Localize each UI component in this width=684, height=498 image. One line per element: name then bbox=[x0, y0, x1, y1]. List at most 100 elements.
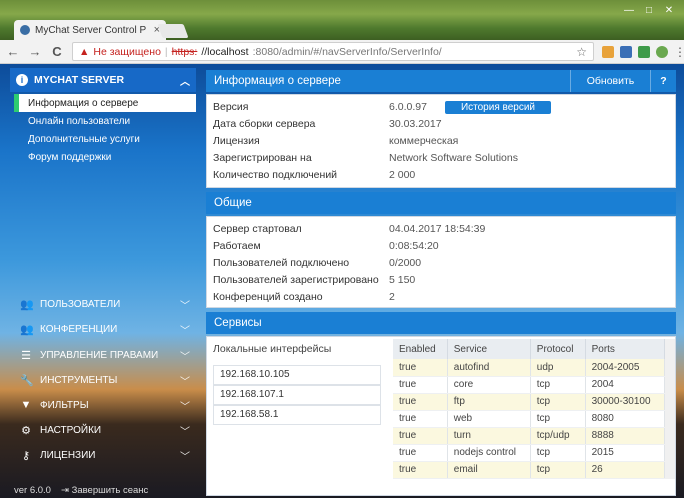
table-row[interactable]: true email tcp 26 bbox=[393, 461, 666, 479]
sidebar-section-tools[interactable]: 🔧 Инструменты ﹀ bbox=[14, 368, 196, 392]
interface-item[interactable]: 192.168.58.1 bbox=[213, 405, 381, 425]
logout-label: Завершить сеанс bbox=[71, 485, 149, 496]
info-value: 30.03.2017 bbox=[389, 118, 442, 130]
general-header: Общие bbox=[206, 192, 676, 214]
gears-icon: ⚙ bbox=[21, 424, 31, 437]
sidebar-section-rights[interactable]: ☰ Управление правами ﹀ bbox=[14, 343, 196, 367]
admin-page: i MYCHAT SERVER ︿ Информация о сервере О… bbox=[0, 64, 684, 498]
sidebar-section-licenses[interactable]: ⚷ Лицензии ﹀ bbox=[14, 443, 196, 467]
table-row[interactable]: true core tcp 2004 bbox=[393, 376, 666, 394]
maximize-icon[interactable]: □ bbox=[640, 4, 658, 18]
sidebar-section-conferences[interactable]: 👥 Конференции ﹀ bbox=[14, 317, 196, 341]
browser-menu-icon[interactable]: ⋮ bbox=[674, 46, 684, 58]
url-path: :8080/admin/#/navServerInfo/ServerInfo/ bbox=[252, 45, 442, 58]
chevron-down-icon: ﹀ bbox=[180, 376, 190, 388]
sidebar-item-label: Форум поддержки bbox=[28, 151, 112, 163]
cell-ports: 2004-2005 bbox=[585, 359, 666, 377]
table-row[interactable]: true nodejs control tcp 2015 bbox=[393, 444, 666, 462]
chevron-down-icon: ﹀ bbox=[180, 300, 190, 312]
bookmark-star-icon[interactable]: ☆ bbox=[576, 45, 587, 59]
sidebar-section-filters[interactable]: ▼ Фильтры ﹀ bbox=[14, 393, 196, 417]
column-header-service[interactable]: Service bbox=[447, 339, 531, 359]
cell-enabled: true bbox=[393, 376, 448, 394]
cell-protocol: tcp bbox=[530, 410, 586, 428]
filter-icon: ▼ bbox=[20, 399, 32, 411]
tab-title: MyChat Server Control P bbox=[35, 24, 147, 36]
back-icon[interactable]: ← bbox=[6, 44, 20, 59]
cell-service: turn bbox=[447, 427, 531, 445]
table-row[interactable]: true web tcp 8080 bbox=[393, 410, 666, 428]
extensions-area: ⋮ bbox=[602, 45, 684, 58]
sidebar-item-online-users[interactable]: Онлайн пользователи bbox=[14, 112, 196, 130]
new-tab-button[interactable] bbox=[157, 24, 189, 38]
help-button[interactable]: ? bbox=[650, 70, 676, 92]
close-window-icon[interactable]: ✕ bbox=[660, 4, 678, 18]
services-table-header: Enabled Service Protocol Ports bbox=[393, 339, 666, 359]
browser-tab[interactable]: MyChat Server Control P × bbox=[14, 20, 166, 40]
sidebar-section-label: Настройки bbox=[40, 424, 102, 436]
extension-circle-icon[interactable] bbox=[656, 45, 668, 58]
interface-item[interactable]: 192.168.107.1 bbox=[213, 385, 381, 405]
info-row-connections: Количество подключений 2 000 bbox=[213, 167, 415, 183]
interface-item[interactable]: 192.168.10.105 bbox=[213, 365, 381, 385]
wrench-icon: 🔧 bbox=[20, 374, 34, 387]
sidebar-item-extra-services[interactable]: Дополнительные услуги bbox=[14, 130, 196, 148]
sidebar-section-label: Конференции bbox=[40, 323, 118, 335]
logout-link[interactable]: ⇥ Завершить сеанс bbox=[61, 485, 148, 496]
chevron-down-icon: ﹀ bbox=[180, 351, 190, 363]
table-row[interactable]: true autofind udp 2004-2005 bbox=[393, 359, 666, 377]
general-row-started: Сервер стартовал 04.04.2017 18:54:39 bbox=[213, 221, 485, 237]
info-value: 0:08:54:20 bbox=[389, 240, 439, 252]
url-protocol: https: bbox=[171, 45, 198, 58]
table-row[interactable]: true turn tcp/udp 8888 bbox=[393, 427, 666, 445]
cell-ports: 26 bbox=[585, 461, 666, 479]
extension-blue-icon[interactable] bbox=[620, 45, 632, 58]
version-history-button[interactable]: История версий bbox=[444, 100, 552, 114]
list-icon: ☰ bbox=[21, 349, 31, 362]
logout-icon: ⇥ bbox=[60, 485, 69, 496]
sidebar-section-label: Пользователи bbox=[40, 298, 121, 310]
cell-service: web bbox=[447, 410, 531, 428]
refresh-button[interactable]: Обновить bbox=[570, 70, 650, 92]
sidebar-header-mychat-server[interactable]: i MYCHAT SERVER ︿ bbox=[10, 68, 196, 92]
column-header-enabled[interactable]: Enabled bbox=[393, 339, 448, 359]
extension-green-icon[interactable] bbox=[638, 45, 650, 58]
forward-icon[interactable]: → bbox=[28, 44, 42, 59]
sidebar-section-users[interactable]: 👥 Пользователи ﹀ bbox=[14, 292, 196, 316]
minimize-icon[interactable]: — bbox=[620, 4, 638, 18]
help-button-label: ? bbox=[660, 75, 667, 87]
services-header: Сервисы bbox=[206, 312, 676, 334]
cell-service: ftp bbox=[447, 393, 531, 411]
cell-protocol: tcp bbox=[530, 461, 586, 479]
column-header-ports[interactable]: Ports bbox=[585, 339, 666, 359]
info-value: 0/2000 bbox=[389, 257, 422, 269]
cell-protocol: udp bbox=[530, 359, 586, 377]
sidebar-item-support-forum[interactable]: Форум поддержки bbox=[14, 148, 196, 166]
info-key: Дата сборки сервера bbox=[213, 118, 316, 130]
chevron-down-icon: ﹀ bbox=[180, 426, 190, 438]
cell-service: autofind bbox=[447, 359, 531, 377]
info-key: Работаем bbox=[213, 240, 261, 252]
sidebar-section-settings[interactable]: ⚙ Настройки ﹀ bbox=[14, 418, 196, 442]
reload-icon[interactable]: C bbox=[50, 44, 64, 59]
sidebar: i MYCHAT SERVER ︿ Информация о сервере О… bbox=[0, 64, 200, 498]
url-host: //localhost bbox=[201, 45, 249, 58]
browser-titlebar: MyChat Server Control P × — □ ✕ bbox=[0, 0, 684, 40]
conference-icon: 👥 bbox=[20, 323, 34, 336]
general-row-conferences: Конференций создано 2 bbox=[213, 289, 395, 305]
cell-enabled: true bbox=[393, 444, 448, 462]
sidebar-item-label: Дополнительные услуги bbox=[28, 133, 140, 145]
services-table-scrollbar[interactable] bbox=[665, 339, 675, 479]
sidebar-item-server-info[interactable]: Информация о сервере bbox=[14, 94, 196, 112]
address-bar[interactable]: ▲ Не защищено | https://localhost:8080/a… bbox=[72, 42, 594, 61]
cell-enabled: true bbox=[393, 410, 448, 428]
info-key: Зарегистрирован на bbox=[213, 152, 312, 164]
services-title: Сервисы bbox=[214, 317, 262, 329]
table-row[interactable]: true ftp tcp 30000-30100 bbox=[393, 393, 666, 411]
info-row-build-date: Дата сборки сервера 30.03.2017 bbox=[213, 116, 442, 132]
column-header-protocol[interactable]: Protocol bbox=[530, 339, 586, 359]
info-value: 04.04.2017 18:54:39 bbox=[389, 223, 486, 235]
cell-ports: 2004 bbox=[585, 376, 666, 394]
extension-orange-icon[interactable] bbox=[602, 45, 614, 58]
info-icon: i bbox=[16, 74, 28, 86]
